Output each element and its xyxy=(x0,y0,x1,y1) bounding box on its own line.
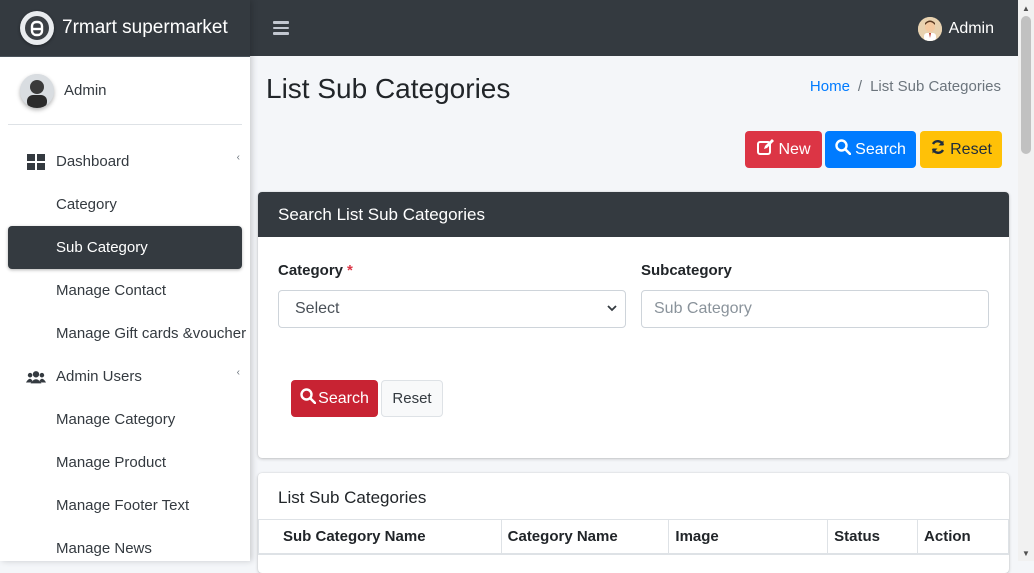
sidebar-item-manage-footer-text[interactable]: Manage Footer Text xyxy=(8,484,242,527)
table-header-row: Sub Category Name Category Name Image St… xyxy=(258,519,1009,555)
menu-toggle-icon[interactable] xyxy=(273,21,289,35)
list-card-title: List Sub Categories xyxy=(278,488,427,507)
brand-name: 7rmart supermarket xyxy=(62,17,228,38)
chevron-left-icon: ‹ xyxy=(236,152,240,163)
sidebar-item-label: Manage Contact xyxy=(56,282,167,299)
subcategory-input[interactable] xyxy=(641,290,989,328)
top-navbar: Admin xyxy=(250,0,1018,56)
avatar xyxy=(917,17,942,41)
search-reset-label: Reset xyxy=(392,390,432,407)
sidebar-item-manage-contact[interactable]: Manage Contact xyxy=(8,269,242,312)
page-scrollbar[interactable]: ▲ ▼ xyxy=(1018,0,1034,561)
dashboard-icon xyxy=(26,153,46,170)
new-button-label: New xyxy=(778,140,811,158)
breadcrumb: Home / List Sub Categories xyxy=(810,78,1001,95)
search-card-title: Search List Sub Categories xyxy=(278,204,485,224)
column-header-image: Image xyxy=(668,519,829,555)
breadcrumb-current: List Sub Categories xyxy=(870,78,1001,95)
reset-button-label: Reset xyxy=(950,140,992,158)
sidebar-item-label: Dashboard xyxy=(56,153,130,170)
chevron-down-icon xyxy=(605,301,619,320)
edit-icon xyxy=(756,139,775,160)
category-select[interactable]: Select xyxy=(278,290,626,328)
search-button-label: Search xyxy=(855,140,906,158)
sidebar-item-sub-category[interactable]: Sub Category xyxy=(8,226,242,269)
brand-logo-icon xyxy=(20,11,54,45)
column-header-category-name: Category Name xyxy=(500,519,670,555)
column-header-action: Action xyxy=(917,519,1009,555)
scrollbar-thumb[interactable] xyxy=(1021,16,1031,154)
category-label-text: Category xyxy=(278,262,344,279)
search-card-header: Search List Sub Categories xyxy=(258,192,1009,237)
sidebar-item-manage-news[interactable]: Manage News xyxy=(8,527,242,561)
sidebar-item-label: Manage Footer Text xyxy=(56,497,190,514)
brand-link[interactable]: 7rmart supermarket xyxy=(0,0,250,57)
sidebar: 7rmart supermarket Admin Dashboard ‹ Cat… xyxy=(0,0,250,561)
search-icon xyxy=(300,388,317,409)
search-submit-label: Search xyxy=(318,389,369,407)
sidebar-item-label: Manage News xyxy=(56,540,152,557)
sidebar-item-label: Manage Product xyxy=(56,454,167,471)
user-name: Admin xyxy=(64,82,107,99)
sidebar-item-label: Admin Users xyxy=(56,368,142,385)
column-header-sub-category-name: Sub Category Name xyxy=(258,519,502,555)
sidebar-item-manage-category[interactable]: Manage Category xyxy=(8,398,242,441)
subcategory-label: Subcategory xyxy=(641,262,732,279)
users-icon xyxy=(26,369,46,385)
search-card: Search List Sub Categories Category * Sel… xyxy=(258,192,1009,458)
sidebar-item-dashboard[interactable]: Dashboard ‹ xyxy=(8,140,242,183)
search-button[interactable]: Search xyxy=(825,131,916,168)
sidebar-item-admin-users[interactable]: Admin Users ‹ xyxy=(8,355,242,398)
chevron-left-icon: ‹ xyxy=(236,367,240,378)
sidebar-item-label: Manage Gift cards &voucher xyxy=(56,325,247,342)
top-user-name: Admin xyxy=(948,20,994,37)
user-panel[interactable]: Admin xyxy=(8,57,242,125)
scroll-down-arrow-icon[interactable]: ▼ xyxy=(1018,545,1034,561)
scroll-up-arrow-icon[interactable]: ▲ xyxy=(1018,0,1034,16)
search-submit-button[interactable]: Search xyxy=(291,380,378,417)
sidebar-nav: Dashboard ‹ Category Sub Category Manage… xyxy=(0,140,250,561)
sidebar-item-label: Sub Category xyxy=(56,239,148,256)
sidebar-item-manage-gift-cards[interactable]: Manage Gift cards &voucher xyxy=(8,312,246,355)
search-reset-button[interactable]: Reset xyxy=(381,380,443,417)
sidebar-item-manage-product[interactable]: Manage Product xyxy=(8,441,242,484)
avatar xyxy=(20,73,54,108)
sidebar-item-label: Manage Category xyxy=(56,411,176,428)
category-select-value: Select xyxy=(295,300,340,317)
list-card: List Sub Categories Sub Category Name Ca… xyxy=(258,473,1009,573)
new-button[interactable]: New xyxy=(745,131,822,168)
category-label: Category * xyxy=(278,262,353,279)
top-user-menu[interactable]: Admin xyxy=(917,17,994,41)
sync-icon xyxy=(930,139,946,160)
breadcrumb-separator: / xyxy=(857,78,863,95)
sidebar-item-category[interactable]: Category xyxy=(8,183,242,226)
page-title: List Sub Categories xyxy=(266,73,511,104)
breadcrumb-home-link[interactable]: Home xyxy=(810,78,850,95)
column-header-status: Status xyxy=(827,519,919,555)
required-mark: * xyxy=(347,262,353,279)
reset-button[interactable]: Reset xyxy=(920,131,1002,168)
subcategory-table: Sub Category Name Category Name Image St… xyxy=(258,519,1009,555)
sidebar-item-label: Category xyxy=(56,196,117,213)
search-icon xyxy=(835,139,852,160)
